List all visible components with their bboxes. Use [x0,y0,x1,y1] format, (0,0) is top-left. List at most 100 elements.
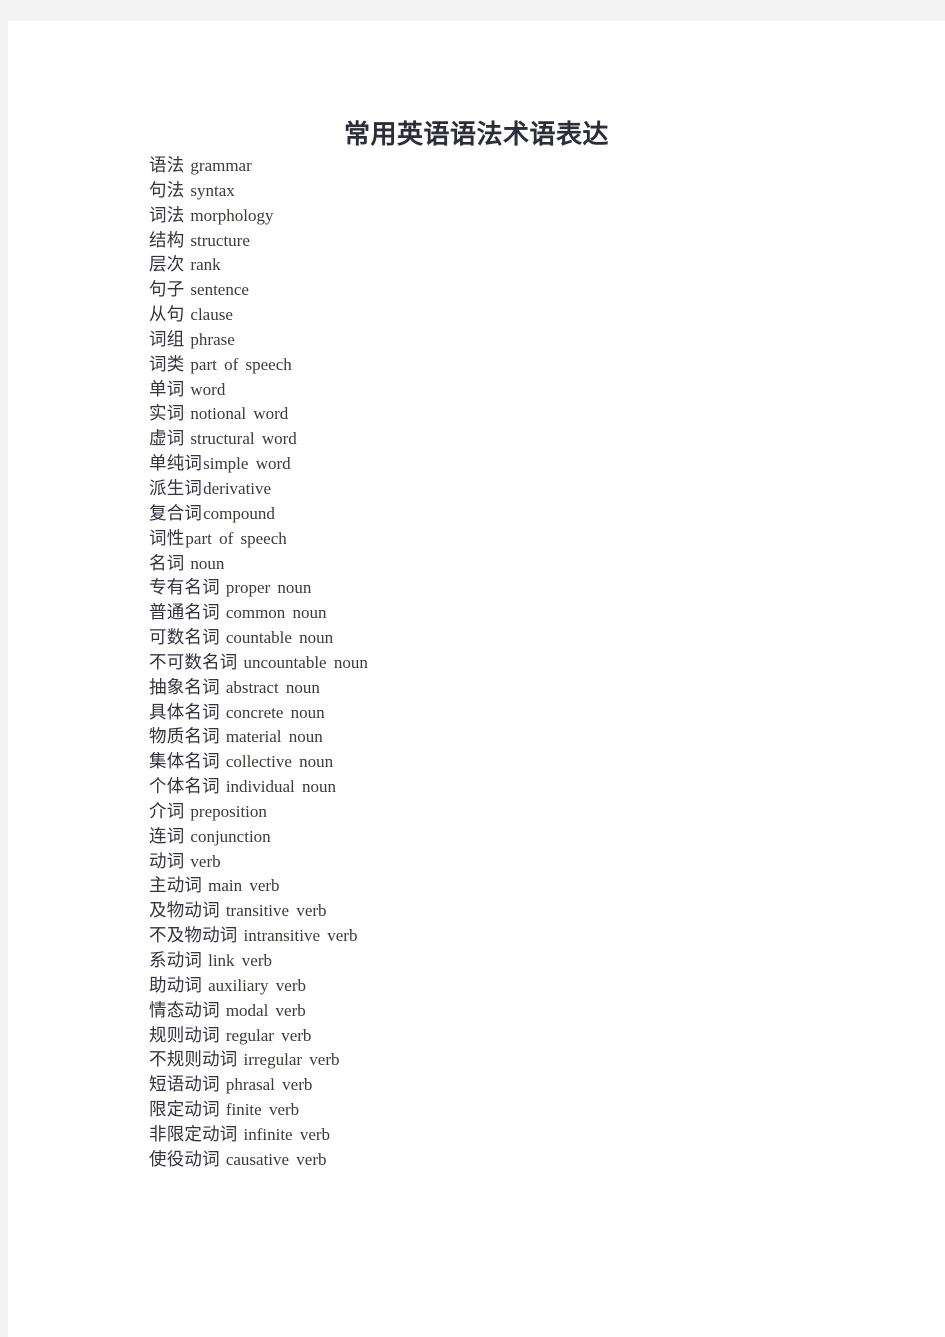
term-chinese: 从句 [149,304,185,325]
glossary-row: 词性part of speech [149,526,849,551]
term-chinese: 动词 [149,850,185,871]
glossary-row: 连词 conjunction [149,824,849,849]
term-english: grammar [190,156,252,175]
term-chinese: 派生词 [149,477,203,498]
glossary-row: 非限定动词 infinite verb [149,1122,849,1147]
term-chinese: 集体名词 [149,751,220,772]
term-chinese: 结构 [149,229,185,250]
term-english: individual noun [225,777,337,797]
term-english: irregular verb [243,1050,340,1070]
glossary-row: 及物动词 transitive verb [149,898,849,923]
term-chinese: 普通名词 [149,602,220,623]
term-english: transitive verb [225,901,327,921]
term-chinese: 句子 [149,279,185,300]
term-chinese: 助动词 [149,974,203,995]
glossary-row: 普通名词 common noun [149,600,849,625]
term-chinese: 短语动词 [149,1074,220,1095]
glossary-row: 使役动词 causative verb [149,1147,849,1172]
term-chinese: 实词 [149,403,185,424]
term-english: auxiliary verb [208,975,306,995]
term-english: notional word [190,404,289,424]
glossary-row: 集体名词 collective noun [149,749,849,774]
term-english: morphology [190,205,274,225]
term-chinese: 句法 [149,179,185,200]
glossary-row: 不及物动词 intransitive verb [149,923,849,948]
term-english: finite verb [225,1100,300,1120]
term-chinese: 可数名词 [149,627,220,648]
glossary-row: 名词 noun [149,551,849,576]
term-chinese: 具体名词 [149,701,220,722]
term-chinese: 使役动词 [149,1148,220,1169]
term-english: clause [190,305,233,325]
term-english: sentence [190,280,249,300]
term-chinese: 规则动词 [149,1024,220,1045]
glossary-row: 语法 grammar [149,153,849,178]
term-english: rank [190,255,221,275]
term-chinese: 复合词 [149,502,203,523]
glossary-row: 单词 word [149,377,849,402]
glossary-row: 复合词compound [149,501,849,526]
term-english: link verb [208,951,273,970]
term-english: abstract noun [225,677,320,697]
glossary-row: 介词 preposition [149,799,849,824]
term-english: conjunction [190,826,271,846]
term-english: phrasal verb [225,1075,313,1095]
glossary-row: 句子 sentence [149,277,849,302]
glossary-row: 句法 syntax [149,178,849,203]
term-chinese: 虚词 [149,428,185,449]
glossary-row: 层次 rank [149,252,849,277]
glossary-row: 物质名词 material noun [149,724,849,749]
term-english: material noun [225,727,323,747]
term-chinese: 非限定动词 [149,1123,238,1144]
glossary-row: 虚词 structural word [149,426,849,451]
term-english: part of speech [190,354,292,374]
term-english: countable noun [225,628,334,648]
term-english: infinite verb [243,1124,331,1144]
term-english: concrete noun [225,702,325,722]
term-english: collective noun [225,752,334,772]
glossary-row: 抽象名词 abstract noun [149,675,849,700]
term-chinese: 抽象名词 [149,676,220,697]
term-english: derivative [203,478,272,498]
term-chinese: 系动词 [149,950,203,970]
term-chinese: 情态动词 [149,999,220,1020]
term-english: word [190,379,226,399]
glossary-row: 短语动词 phrasal verb [149,1072,849,1097]
term-chinese: 物质名词 [149,726,220,747]
term-chinese: 不及物动词 [149,925,238,946]
glossary-row: 动词 verb [149,849,849,874]
term-chinese: 不规则动词 [149,1049,238,1070]
term-english: common noun [225,603,327,623]
term-english: phrase [190,329,235,349]
term-english: proper noun [225,578,312,598]
term-english: simple word [203,454,291,474]
term-english: causative verb [225,1149,327,1169]
glossary-row: 个体名词 individual noun [149,774,849,799]
glossary-row: 词组 phrase [149,327,849,352]
term-chinese: 限定动词 [149,1099,220,1120]
term-english: preposition [190,801,267,821]
glossary-list: 语法 grammar 句法 syntax 词法 morphology 结构 structure… [149,153,849,1172]
glossary-row: 派生词derivative [149,476,849,501]
glossary-row: 词法 morphology [149,203,849,228]
term-english: noun [190,553,225,573]
glossary-row: 系动词 link verb [149,948,849,973]
glossary-row: 单纯词simple word [149,451,849,476]
glossary-row: 专有名词 proper noun [149,575,849,600]
term-english: regular verb [225,1025,312,1045]
term-chinese: 词性 [149,527,185,548]
term-english: main verb [208,876,280,896]
term-chinese: 及物动词 [149,900,220,921]
term-chinese: 名词 [149,552,185,573]
term-english: uncountable noun [243,652,368,672]
term-chinese: 个体名词 [149,776,220,797]
term-chinese: 词组 [149,328,185,349]
term-chinese: 主动词 [149,875,203,896]
term-english: structure [190,230,250,250]
term-chinese: 语法 [149,155,185,175]
term-chinese: 单纯词 [149,453,203,474]
term-chinese: 词法 [149,204,185,225]
term-chinese: 连词 [149,825,185,846]
document-sheet: 常用英语语法术语表达 语法 grammar 句法 syntax 词法 morphology… [8,21,945,1337]
term-chinese: 专有名词 [149,577,220,598]
